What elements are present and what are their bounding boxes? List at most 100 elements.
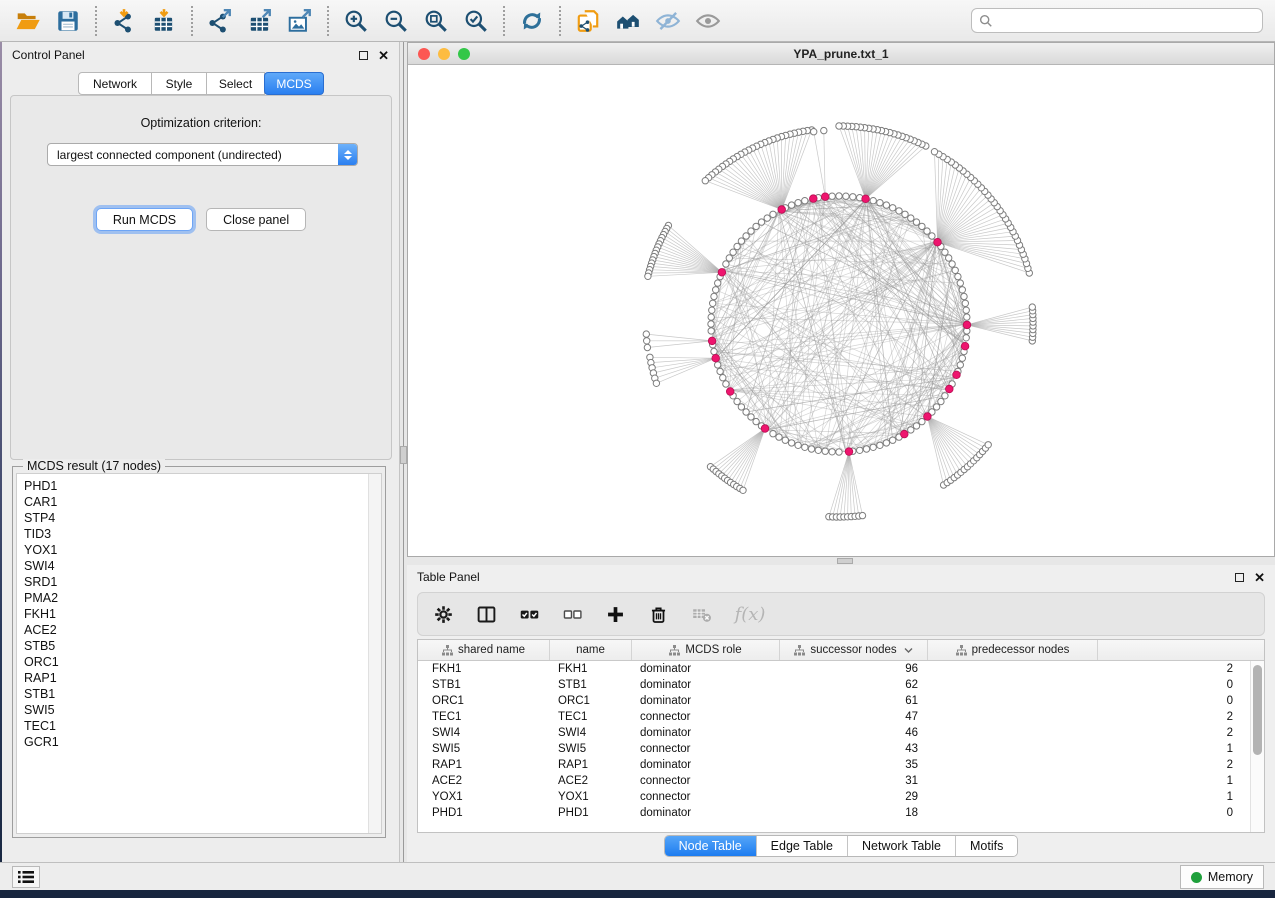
table-row[interactable]: SWI5SWI5connector431 bbox=[418, 741, 1250, 757]
splitter-grip[interactable] bbox=[837, 558, 853, 564]
save-session-button[interactable] bbox=[50, 4, 86, 38]
table-cell: 1 bbox=[928, 775, 1243, 787]
table-row[interactable]: RAP1RAP1dominator352 bbox=[418, 757, 1250, 773]
zoom-window-icon[interactable] bbox=[458, 48, 470, 60]
network-canvas[interactable] bbox=[408, 65, 1274, 556]
column-header-MCDS-role[interactable]: MCDS role bbox=[632, 640, 780, 660]
zoom-out-button[interactable] bbox=[378, 4, 414, 38]
show-all-icon bbox=[695, 8, 721, 34]
tab-node-table[interactable]: Node Table bbox=[665, 836, 757, 856]
node-table: shared namenameMCDS rolesuccessor nodesp… bbox=[417, 639, 1265, 833]
minimize-window-icon[interactable] bbox=[438, 48, 450, 60]
float-panel-icon[interactable] bbox=[359, 51, 368, 60]
leaf-nodes[interactable] bbox=[643, 123, 1036, 520]
show-all-button[interactable] bbox=[690, 4, 726, 38]
table-toolbar: f(x) bbox=[417, 592, 1265, 636]
mcds-result-item[interactable]: STB5 bbox=[17, 638, 381, 654]
mcds-result-item[interactable]: PHD1 bbox=[17, 478, 381, 494]
mcds-result-item[interactable]: TID3 bbox=[17, 526, 381, 542]
column-header-shared-name[interactable]: shared name bbox=[418, 640, 550, 660]
scrollbar-thumb[interactable] bbox=[1253, 665, 1262, 755]
mcds-result-item[interactable]: FKH1 bbox=[17, 606, 381, 622]
export-network-button[interactable] bbox=[202, 4, 238, 38]
sort-desc-icon bbox=[904, 647, 913, 653]
mcds-result-item[interactable]: SWI5 bbox=[17, 702, 381, 718]
table-row[interactable]: STB1STB1dominator620 bbox=[418, 677, 1250, 693]
duplicate-network-button[interactable] bbox=[570, 4, 606, 38]
mcds-result-item[interactable]: ACE2 bbox=[17, 622, 381, 638]
float-panel-icon[interactable] bbox=[1235, 573, 1244, 582]
table-cell: 1 bbox=[928, 743, 1243, 755]
settings-gear-button[interactable] bbox=[430, 601, 456, 627]
mcds-result-item[interactable]: SRD1 bbox=[17, 574, 381, 590]
mcds-result-item[interactable]: GCR1 bbox=[17, 734, 381, 750]
hide-selected-button[interactable] bbox=[650, 4, 686, 38]
open-file-button[interactable] bbox=[10, 4, 46, 38]
import-network-button[interactable] bbox=[106, 4, 142, 38]
mcds-result-item[interactable]: SWI4 bbox=[17, 558, 381, 574]
mcds-result-list[interactable]: PHD1CAR1STP4TID3YOX1SWI4SRD1PMA2FKH1ACE2… bbox=[16, 473, 382, 834]
select-all-button[interactable] bbox=[516, 601, 542, 627]
mcds-result-item[interactable]: CAR1 bbox=[17, 494, 381, 510]
tab-style[interactable]: Style bbox=[152, 72, 207, 95]
mcds-result-item[interactable]: STB1 bbox=[17, 686, 381, 702]
network-graph[interactable] bbox=[408, 65, 1274, 556]
tab-select[interactable]: Select bbox=[207, 72, 265, 95]
table-cell: SWI4 bbox=[550, 727, 632, 739]
horizontal-splitter[interactable] bbox=[407, 557, 1275, 565]
mcds-result-item[interactable]: ORC1 bbox=[17, 654, 381, 670]
table-row[interactable]: SWI4SWI4dominator462 bbox=[418, 725, 1250, 741]
mcds-result-item[interactable]: STP4 bbox=[17, 510, 381, 526]
column-header-name[interactable]: name bbox=[550, 640, 632, 660]
splitter-grip[interactable] bbox=[400, 446, 407, 464]
import-table-button[interactable] bbox=[146, 4, 182, 38]
table-row[interactable]: PHD1PHD1dominator180 bbox=[418, 805, 1250, 821]
refresh-button[interactable] bbox=[514, 4, 550, 38]
tab-mcds[interactable]: MCDS bbox=[264, 72, 324, 95]
close-window-icon[interactable] bbox=[418, 48, 430, 60]
table-cell: 1 bbox=[928, 791, 1243, 803]
memory-button[interactable]: Memory bbox=[1180, 865, 1264, 889]
zoom-in-button[interactable] bbox=[338, 4, 374, 38]
duplicate-network-icon bbox=[575, 8, 601, 34]
table-row[interactable]: TEC1TEC1connector472 bbox=[418, 709, 1250, 725]
column-header-successor-nodes[interactable]: successor nodes bbox=[780, 640, 928, 660]
criterion-dropdown[interactable]: largest connected component (undirected) bbox=[47, 143, 358, 166]
deselect-all-button[interactable] bbox=[559, 601, 585, 627]
tab-network-table[interactable]: Network Table bbox=[848, 836, 956, 856]
table-cell: 2 bbox=[928, 727, 1243, 739]
mcds-list-scrollbar[interactable] bbox=[368, 474, 381, 833]
mcds-result-item[interactable]: YOX1 bbox=[17, 542, 381, 558]
close-panel-button[interactable]: Close panel bbox=[206, 208, 306, 231]
export-table-button[interactable] bbox=[242, 4, 278, 38]
search-box[interactable] bbox=[971, 8, 1263, 33]
open-file-icon bbox=[15, 8, 41, 34]
tab-edge-table[interactable]: Edge Table bbox=[757, 836, 848, 856]
table-row[interactable]: ACE2ACE2connector311 bbox=[418, 773, 1250, 789]
home-layout-button[interactable] bbox=[610, 4, 646, 38]
zoom-selected-button[interactable] bbox=[458, 4, 494, 38]
mcds-result-item[interactable]: PMA2 bbox=[17, 590, 381, 606]
table-row[interactable]: FKH1FKH1dominator962 bbox=[418, 661, 1250, 677]
delete-column-button[interactable] bbox=[645, 601, 671, 627]
close-panel-icon[interactable]: ✕ bbox=[1254, 573, 1265, 582]
table-row[interactable]: YOX1YOX1connector291 bbox=[418, 789, 1250, 805]
table-row[interactable]: ORC1ORC1dominator610 bbox=[418, 693, 1250, 709]
table-scrollbar[interactable] bbox=[1250, 661, 1264, 832]
mcds-result-item[interactable]: RAP1 bbox=[17, 670, 381, 686]
zoom-fit-button[interactable] bbox=[418, 4, 454, 38]
column-header-predecessor-nodes[interactable]: predecessor nodes bbox=[928, 640, 1098, 660]
close-panel-icon[interactable]: ✕ bbox=[378, 51, 389, 60]
columns-button[interactable] bbox=[473, 601, 499, 627]
export-image-button[interactable] bbox=[282, 4, 318, 38]
mcds-result-item[interactable]: TEC1 bbox=[17, 718, 381, 734]
show-panels-button[interactable] bbox=[12, 866, 40, 888]
add-column-button[interactable] bbox=[602, 601, 628, 627]
network-titlebar[interactable]: YPA_prune.txt_1 bbox=[408, 43, 1274, 65]
search-input[interactable] bbox=[998, 14, 1255, 28]
home-layout-icon bbox=[615, 8, 641, 34]
run-mcds-button[interactable]: Run MCDS bbox=[96, 208, 193, 231]
vertical-splitter[interactable] bbox=[400, 42, 407, 862]
tab-network[interactable]: Network bbox=[78, 72, 152, 95]
tab-motifs[interactable]: Motifs bbox=[956, 836, 1017, 856]
